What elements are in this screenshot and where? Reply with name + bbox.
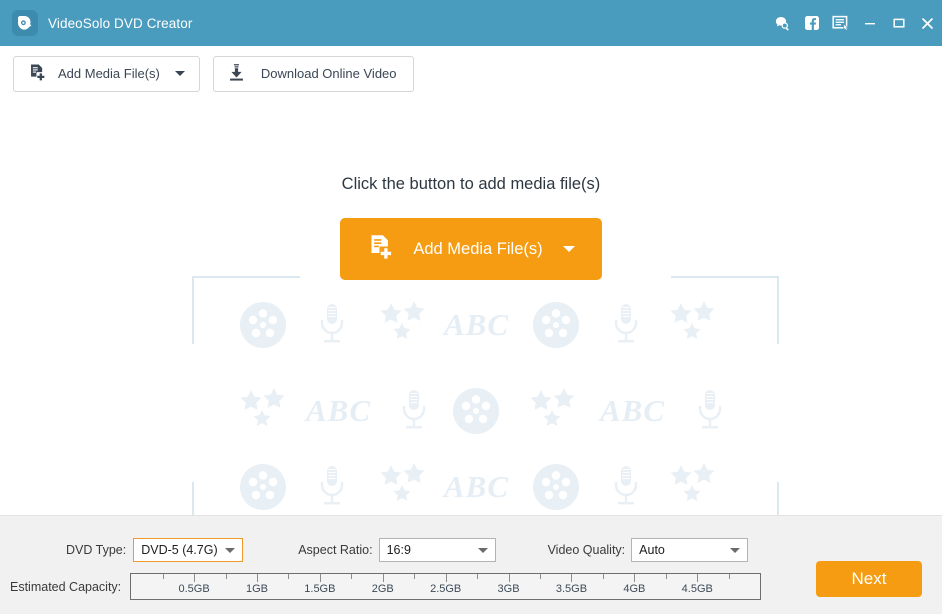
chevron-down-icon (225, 548, 236, 553)
capacity-tick-label: 0.5GB (178, 583, 210, 595)
capacity-tick (508, 574, 510, 582)
bottom-panel: DVD Type: DVD-5 (4.7G) Aspect Ratio: 16:… (0, 515, 942, 614)
menu-icon[interactable] (827, 0, 855, 46)
capacity-row: Estimated Capacity: 0.5GB 1GB 1.5GB 2GB 2.5G… (0, 573, 942, 600)
capacity-tick (540, 574, 542, 579)
next-button-label: Next (851, 569, 887, 588)
capacity-tick (351, 574, 353, 579)
facebook-icon[interactable] (797, 0, 827, 46)
file-add-icon (367, 233, 395, 266)
dvd-type-select[interactable]: DVD-5 (4.7G) (133, 538, 244, 562)
app-window: VideoSolo DVD Creator Add Media File(s) … (0, 0, 942, 614)
title-bar: VideoSolo DVD Creator (0, 0, 942, 46)
aspect-ratio-value: 16:9 (386, 543, 411, 557)
capacity-tick (288, 574, 290, 579)
dropzone-content: Click the button to add media file(s) Ad… (0, 101, 942, 515)
capacity-tick-label: 1GB (245, 583, 268, 595)
capacity-tick (225, 574, 227, 579)
chevron-down-icon (730, 548, 741, 553)
capacity-bar[interactable]: 0.5GB 1GB 1.5GB 2GB 2.5GB 3GB 3.5GB 4GB 4.5GB (130, 573, 762, 600)
capacity-tick (602, 574, 604, 579)
capacity-tick-label: 3.5GB (555, 583, 588, 595)
video-quality-value: Auto (639, 543, 665, 557)
capacity-tick (665, 574, 667, 579)
feedback-icon[interactable] (767, 0, 797, 46)
capacity-tick-label: 4GB (623, 583, 646, 595)
add-media-primary-label: Add Media File(s) (413, 239, 543, 258)
capacity-tick (697, 574, 699, 582)
capacity-tick (445, 574, 447, 582)
title-bar-actions (767, 0, 942, 46)
media-drop-area[interactable]: ABC ABC ABC ABC Click the button to add … (0, 101, 942, 515)
settings-row: DVD Type: DVD-5 (4.7G) Aspect Ratio: 16:… (0, 538, 942, 562)
capacity-tick (256, 574, 258, 582)
dvd-type-label: DVD Type: (66, 543, 127, 557)
add-media-button[interactable]: Add Media File(s) (13, 55, 200, 92)
video-quality-label: Video Quality: (547, 543, 626, 557)
aspect-ratio-select[interactable]: 16:9 (378, 538, 496, 562)
download-online-video-label: Download Online Video (260, 66, 397, 81)
capacity-tick (194, 574, 196, 582)
capacity-tick-label: 2GB (371, 583, 394, 595)
download-online-video-button[interactable]: Download Online Video (212, 55, 414, 92)
toolbar: Add Media File(s) Download Online Video (0, 46, 942, 101)
capacity-tick (634, 574, 636, 582)
window-title: VideoSolo DVD Creator (48, 15, 193, 31)
add-media-button-label: Add Media File(s) (58, 66, 160, 81)
dropzone-hint-text: Click the button to add media file(s) (341, 175, 601, 193)
capacity-tick-label: 1.5GB (304, 583, 336, 595)
capacity-tick (477, 574, 479, 579)
estimated-capacity-label: Estimated Capacity: (10, 579, 122, 594)
download-icon (227, 63, 246, 85)
capacity-tick (319, 574, 321, 582)
capacity-tick (162, 574, 164, 579)
video-quality-select[interactable]: Auto (631, 538, 749, 562)
aspect-ratio-label: Aspect Ratio: (298, 543, 373, 557)
next-button[interactable]: Next (816, 561, 922, 597)
minimize-button[interactable] (855, 0, 884, 46)
capacity-tick-label: 4.5GB (681, 583, 713, 595)
chevron-down-icon (477, 548, 488, 553)
add-media-primary-button[interactable]: Add Media File(s) (340, 218, 602, 280)
capacity-tick-label: 3GB (497, 583, 520, 595)
capacity-tick (571, 574, 573, 582)
chevron-down-icon[interactable] (562, 246, 575, 252)
capacity-tick-label: 2.5GB (430, 583, 462, 595)
maximize-button[interactable] (884, 0, 913, 46)
close-button[interactable] (913, 0, 942, 46)
capacity-tick (414, 574, 416, 579)
file-add-icon (28, 63, 47, 85)
capacity-tick (382, 574, 384, 582)
dvd-type-value: DVD-5 (4.7G) (141, 543, 218, 557)
app-logo-icon (12, 10, 38, 36)
capacity-tick (728, 574, 730, 579)
chevron-down-icon[interactable] (174, 71, 185, 76)
